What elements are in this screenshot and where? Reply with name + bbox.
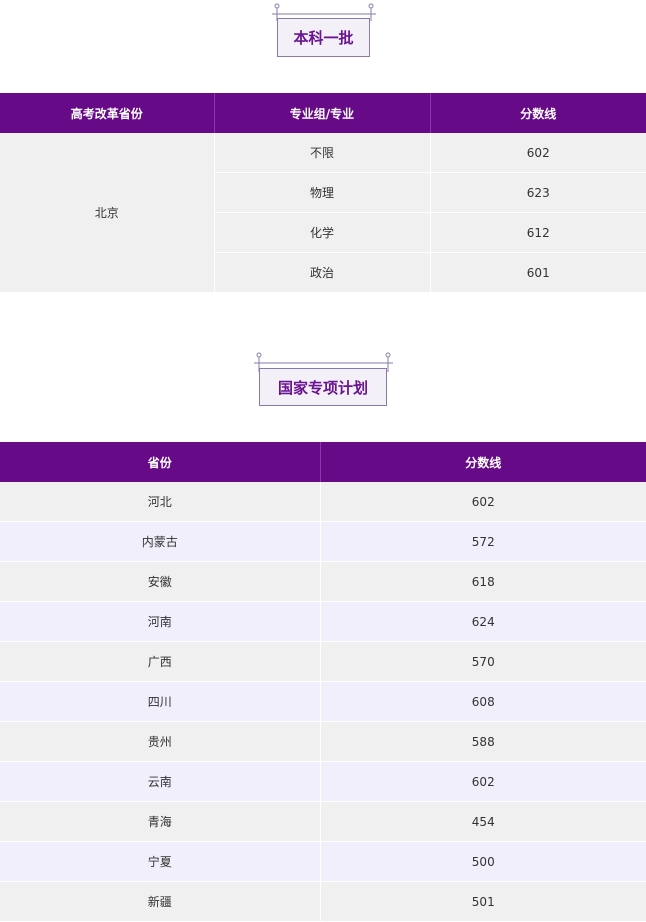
score-cell: 500 [320,841,646,882]
header-major-group: 专业组/专业 [214,93,431,133]
score-cell: 624 [320,601,646,642]
table-row: 贵州 588 [0,721,646,762]
province-cell: 安徽 [0,561,321,602]
table-row: 广西 570 [0,641,646,682]
score-cell: 612 [430,212,646,253]
section-title-undergrad-first-batch: 本科一批 [277,18,370,57]
province-cell: 云南 [0,761,321,802]
table-row: 安徽 618 [0,561,646,602]
province-cell: 河南 [0,601,321,642]
table-row: 四川 608 [0,681,646,722]
table-row: 内蒙古 572 [0,521,646,562]
header-reform-province: 高考改革省份 [0,93,215,133]
province-cell: 新疆 [0,881,321,922]
table-row: 河南 624 [0,601,646,642]
major-cell: 不限 [214,133,431,173]
table-row: 北京 不限 602 [0,133,646,293]
province-cell: 宁夏 [0,841,321,882]
table-header-row: 省份 分数线 [0,442,646,482]
score-cell: 602 [320,482,646,522]
header-province: 省份 [0,442,321,482]
score-cell: 623 [430,172,646,213]
table-row: 宁夏 500 [0,841,646,882]
major-cell: 物理 [214,172,431,213]
province-cell: 广西 [0,641,321,682]
score-cell: 570 [320,641,646,682]
province-cell: 河北 [0,482,321,522]
score-cell: 454 [320,801,646,842]
score-cell: 572 [320,521,646,562]
score-cell: 602 [430,133,646,173]
score-cell: 602 [320,761,646,802]
major-cell: 政治 [214,252,431,293]
header-score-line: 分数线 [320,442,646,482]
province-cell: 北京 [0,133,215,293]
score-cell: 608 [320,681,646,722]
first-batch-score-table: 高考改革省份 专业组/专业 分数线 北京 不限 602 物理 623 化学 61… [0,93,646,293]
table-row: 新疆 501 [0,881,646,922]
major-cell: 化学 [214,212,431,253]
score-cell: 501 [320,881,646,922]
score-cell: 618 [320,561,646,602]
table-header-row: 高考改革省份 专业组/专业 分数线 [0,93,646,133]
province-cell: 四川 [0,681,321,722]
score-cell: 601 [430,252,646,293]
header-score-line: 分数线 [430,93,646,133]
table-row: 河北 602 [0,482,646,522]
national-special-plan-score-table: 省份 分数线 河北 602 内蒙古 572 安徽 618 河南 624 广西 5… [0,442,646,922]
province-cell: 贵州 [0,721,321,762]
province-cell: 青海 [0,801,321,842]
province-cell: 内蒙古 [0,521,321,562]
table-row: 云南 602 [0,761,646,802]
score-cell: 588 [320,721,646,762]
table-row: 青海 454 [0,801,646,842]
section-title-national-special-plan: 国家专项计划 [259,368,387,406]
